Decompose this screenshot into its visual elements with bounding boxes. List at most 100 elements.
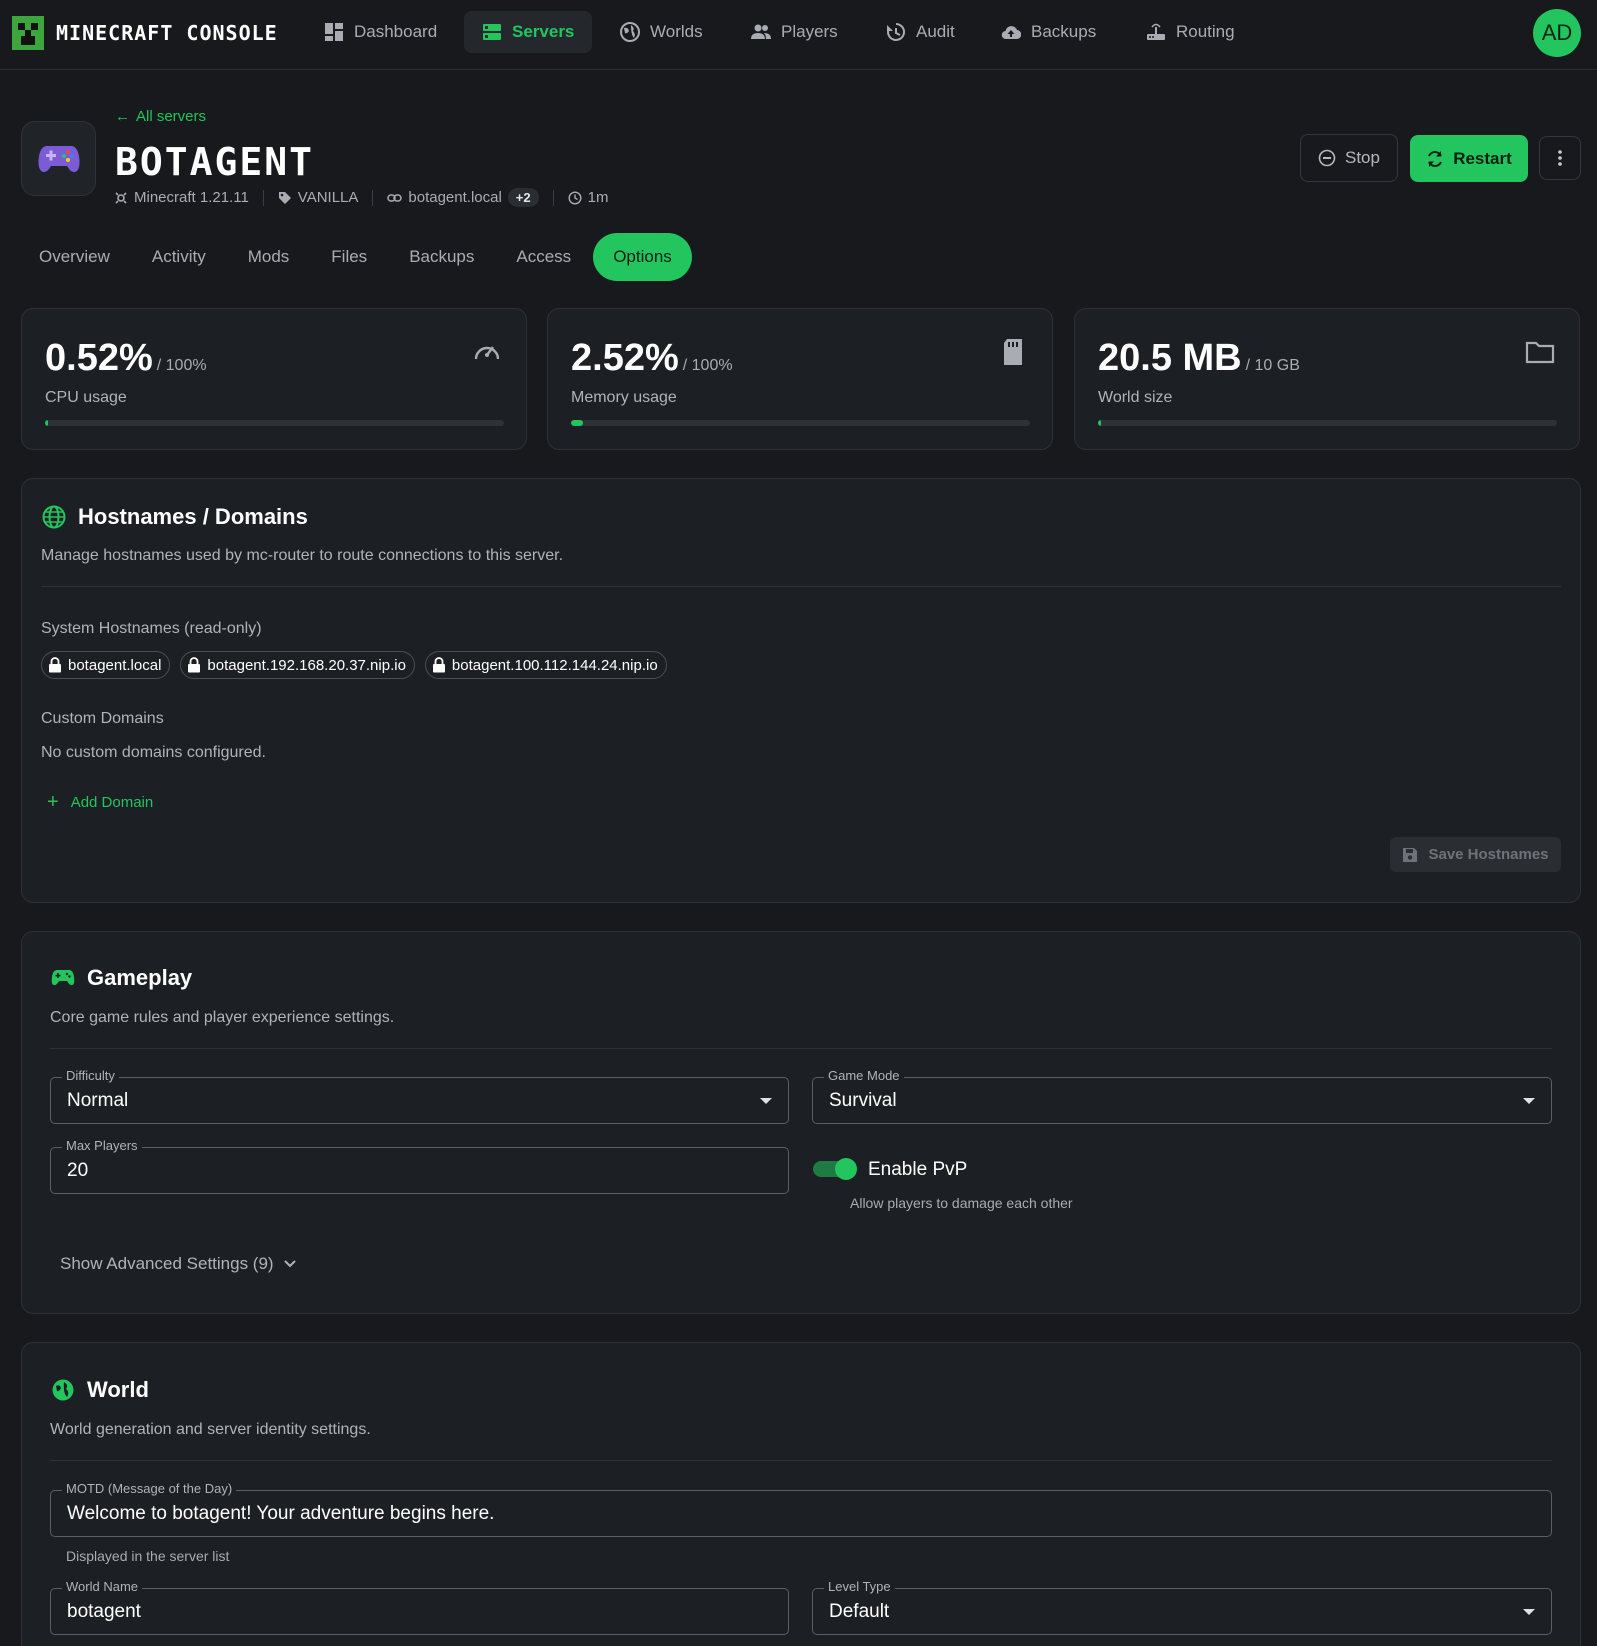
world-name-value: botagent <box>67 1601 141 1622</box>
user-avatar[interactable]: AD <box>1533 9 1581 57</box>
lock-icon <box>49 657 61 673</box>
server-meta: Minecraft 1.21.11 VANILLA botagent.local… <box>114 188 608 207</box>
motd-value: Welcome to botagent! Your adventure begi… <box>67 1503 495 1524</box>
server-name: BOTAGENT <box>115 140 315 184</box>
difficulty-select[interactable]: Difficulty Normal <box>50 1068 789 1124</box>
hostnames-title: Hostnames / Domains <box>78 504 308 529</box>
nav-audit-label: Audit <box>916 22 955 41</box>
system-hostnames-label: System Hostnames (read-only) <box>41 620 262 637</box>
app-logo[interactable]: MINECRAFT CONSOLE <box>12 16 278 50</box>
world-name-input[interactable]: World Name botagent <box>50 1579 789 1635</box>
nav-dashboard-label: Dashboard <box>354 22 438 41</box>
tab-overview[interactable]: Overview <box>19 233 130 281</box>
pvp-label: Enable PvP <box>868 1159 968 1180</box>
level-type-label: Level Type <box>824 1579 895 1594</box>
world-size-max: / 10 GB <box>1245 357 1300 374</box>
nav-backups-label: Backups <box>1031 22 1097 41</box>
memory-label: Memory usage <box>571 389 677 406</box>
memory-value: 2.52% <box>571 337 679 379</box>
save-hostnames-label: Save Hostnames <box>1428 846 1549 863</box>
cpu-max: / 100% <box>156 357 207 374</box>
tab-backups[interactable]: Backups <box>389 233 494 281</box>
nav-dashboard[interactable]: Dashboard <box>306 11 455 53</box>
type-meta: VANILLA <box>278 189 359 206</box>
gameplay-divider <box>50 1048 1552 1049</box>
nav-players[interactable]: Players <box>733 11 856 53</box>
pvp-toggle[interactable] <box>813 1158 857 1180</box>
memory-max: / 100% <box>682 357 733 374</box>
world-card: World World generation and server identi… <box>21 1342 1581 1646</box>
level-type-select[interactable]: Level Type Default <box>812 1579 1552 1635</box>
save-hostnames-button[interactable]: Save Hostnames <box>1390 837 1561 872</box>
game-mode-select[interactable]: Game Mode Survival <box>812 1068 1552 1124</box>
tab-access[interactable]: Access <box>496 233 591 281</box>
max-players-value: 20 <box>67 1160 89 1181</box>
host-extra-badge[interactable]: +2 <box>507 188 539 207</box>
game-mode-value: Survival <box>829 1090 897 1111</box>
lock-icon <box>432 657 445 673</box>
world-divider <box>50 1460 1552 1461</box>
memory-progress-bar <box>571 420 1030 426</box>
pvp-toggle-thumb <box>835 1158 857 1180</box>
arrow-left-icon: ← <box>115 108 130 125</box>
nav-audit[interactable]: Audit <box>868 11 973 53</box>
tab-options[interactable]: Options <box>593 233 692 281</box>
cpu-progress-fill <box>45 420 48 426</box>
tag-icon <box>278 191 291 204</box>
world-title-row: World <box>51 1377 149 1403</box>
nav-backups[interactable]: Backups <box>983 11 1114 53</box>
nav-routing[interactable]: Routing <box>1128 11 1253 53</box>
app-title: MINECRAFT CONSOLE <box>56 21 278 45</box>
memory-progress-fill <box>571 420 583 426</box>
clock-icon <box>568 190 582 205</box>
lock-icon <box>188 657 201 673</box>
memory-stat-card: 2.52%/ 100% Memory usage <box>547 308 1053 450</box>
dashboard-icon <box>325 23 343 41</box>
show-advanced-settings-button[interactable]: Show Advanced Settings (9) <box>60 1254 296 1274</box>
caret-down-icon <box>1523 1098 1535 1104</box>
caret-down-icon <box>1523 1609 1535 1615</box>
motd-input[interactable]: MOTD (Message of the Day) Welcome to bot… <box>50 1481 1552 1537</box>
system-hostname-chip: botagent.local <box>41 651 171 679</box>
pvp-helper: Allow players to damage each other <box>850 1195 1073 1211</box>
server-tabs: Overview Activity Mods Files Backups Acc… <box>19 233 694 281</box>
nav-routing-label: Routing <box>1176 22 1235 41</box>
advanced-settings-label: Show Advanced Settings (9) <box>60 1254 274 1273</box>
max-players-input[interactable]: Max Players 20 <box>50 1138 789 1194</box>
world-size-value-row: 20.5 MB/ 10 GB <box>1098 337 1300 380</box>
more-actions-button[interactable] <box>1539 136 1581 180</box>
tab-mods[interactable]: Mods <box>228 233 310 281</box>
nav-worlds[interactable]: Worlds <box>602 11 721 53</box>
restart-label: Restart <box>1453 148 1512 168</box>
tab-activity[interactable]: Activity <box>132 233 226 281</box>
link-icon <box>387 193 403 202</box>
memory-card-icon <box>1004 339 1022 365</box>
servers-icon <box>483 24 501 40</box>
host-meta[interactable]: botagent.local +2 <box>387 188 539 207</box>
difficulty-label: Difficulty <box>62 1068 119 1083</box>
gameplay-title: Gameplay <box>87 965 193 990</box>
caret-down-icon <box>760 1098 772 1104</box>
world-description: World generation and server identity set… <box>50 1421 371 1438</box>
max-players-label: Max Players <box>62 1138 142 1153</box>
add-domain-label: Add Domain <box>70 793 154 811</box>
nav-players-label: Players <box>781 22 838 41</box>
memory-value-row: 2.52%/ 100% <box>571 337 733 380</box>
speedometer-icon <box>474 346 500 360</box>
folder-icon <box>1525 341 1555 364</box>
tab-files[interactable]: Files <box>311 233 387 281</box>
refresh-icon <box>1428 150 1443 167</box>
more-vertical-icon <box>1558 150 1562 166</box>
back-to-servers-link[interactable]: ← All servers <box>115 108 206 125</box>
hostnames-card: Hostnames / Domains Manage hostnames use… <box>21 478 1581 903</box>
cpu-progress-bar <box>45 420 504 426</box>
world-size-label: World size <box>1098 389 1173 406</box>
nav-servers[interactable]: Servers <box>464 11 593 53</box>
restart-button[interactable]: Restart <box>1410 135 1528 182</box>
gameplay-card: Gameplay Core game rules and player expe… <box>21 931 1581 1314</box>
add-domain-button[interactable]: + Add Domain <box>47 792 153 812</box>
history-icon <box>887 23 905 41</box>
stop-button[interactable]: Stop <box>1300 134 1398 182</box>
server-type: VANILLA <box>297 189 359 206</box>
stop-label: Stop <box>1345 148 1380 167</box>
